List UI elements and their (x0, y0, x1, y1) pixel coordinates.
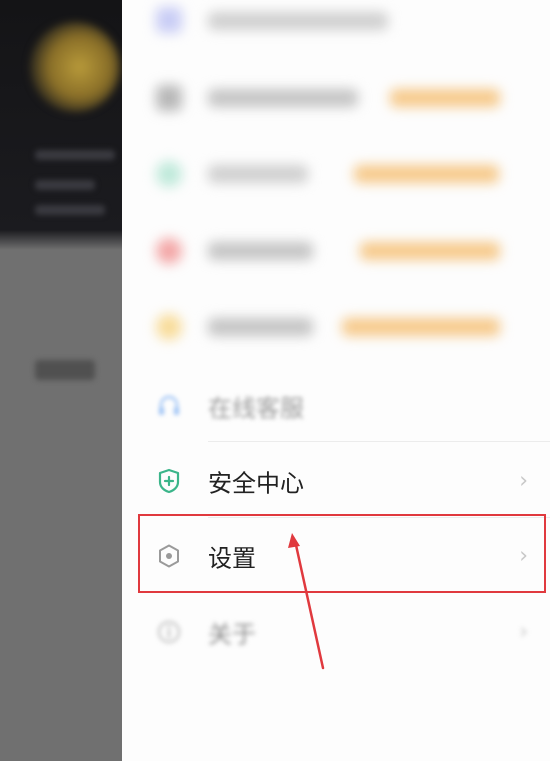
annotation-arrow (288, 533, 325, 670)
